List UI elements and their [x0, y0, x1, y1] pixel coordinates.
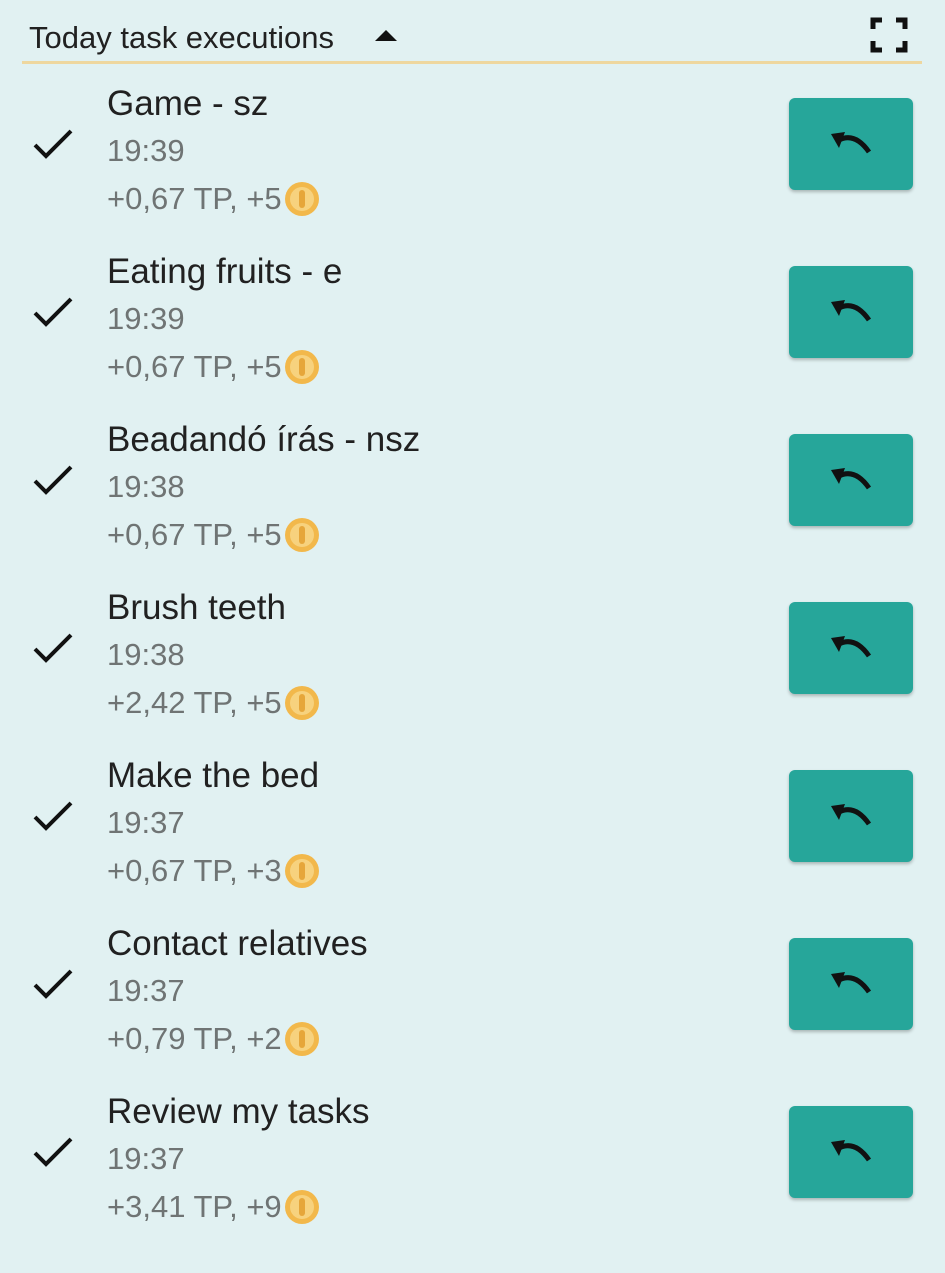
task-execution-list: Game - sz 19:39 +0,67 TP, +5 Eating frui… [0, 74, 945, 1250]
list-item: Make the bed 19:37 +0,67 TP, +3 [0, 746, 945, 914]
task-reward: +0,79 TP, +2 [107, 1020, 320, 1058]
list-item: Contact relatives 19:37 +0,79 TP, +2 [0, 914, 945, 1082]
task-time: 19:37 [107, 805, 185, 840]
undo-icon [831, 636, 872, 658]
task-time: 19:37 [107, 973, 185, 1008]
coin-icon [284, 854, 319, 888]
undo-icon [831, 804, 872, 826]
reward-text: +0,67 TP, +5 [107, 349, 282, 384]
section-title[interactable]: Today task executions [29, 20, 334, 56]
undo-icon [831, 468, 872, 490]
undo-button[interactable] [789, 434, 913, 526]
task-time: 19:37 [107, 1141, 185, 1176]
undo-button[interactable] [789, 266, 913, 358]
task-reward: +3,41 TP, +9 [107, 1188, 320, 1226]
coin-icon [284, 182, 319, 216]
check-icon [33, 633, 73, 663]
reward-text: +0,67 TP, +5 [107, 181, 282, 216]
undo-button[interactable] [789, 938, 913, 1030]
task-name: Beadandó írás - nsz [107, 420, 421, 459]
undo-button[interactable] [789, 98, 913, 190]
undo-button[interactable] [789, 1106, 913, 1198]
task-reward: +0,67 TP, +3 [107, 852, 320, 890]
list-item: Beadandó írás - nsz 19:38 +0,67 TP, +5 [0, 410, 945, 578]
task-time: 19:38 [107, 469, 185, 504]
task-name: Contact relatives [107, 924, 368, 963]
reward-text: +0,67 TP, +5 [107, 517, 282, 552]
reward-text: +0,79 TP, +2 [107, 1021, 282, 1056]
reward-text: +2,42 TP, +5 [107, 685, 282, 720]
caret-up-icon[interactable] [372, 24, 400, 48]
task-time: 19:38 [107, 637, 185, 672]
check-icon [33, 801, 73, 831]
undo-icon [831, 300, 872, 322]
reward-text: +3,41 TP, +9 [107, 1189, 282, 1224]
task-reward: +0,67 TP, +5 [107, 348, 320, 386]
task-name: Brush teeth [107, 588, 286, 627]
task-reward: +0,67 TP, +5 [107, 516, 320, 554]
coin-icon [284, 686, 319, 720]
reward-text: +0,67 TP, +3 [107, 853, 282, 888]
section-header: Today task executions [22, 0, 922, 64]
task-name: Review my tasks [107, 1092, 370, 1131]
undo-icon [831, 972, 872, 994]
coin-icon [284, 350, 319, 384]
task-name: Game - sz [107, 84, 269, 123]
fullscreen-icon[interactable] [870, 17, 908, 53]
undo-button[interactable] [789, 602, 913, 694]
task-reward: +2,42 TP, +5 [107, 684, 320, 722]
list-item: Eating fruits - e 19:39 +0,67 TP, +5 [0, 242, 945, 410]
task-name: Eating fruits - e [107, 252, 343, 291]
task-reward: +0,67 TP, +5 [107, 180, 320, 218]
check-icon [33, 969, 73, 999]
list-item: Game - sz 19:39 +0,67 TP, +5 [0, 74, 945, 242]
check-icon [33, 1137, 73, 1167]
check-icon [33, 129, 73, 159]
coin-icon [284, 518, 319, 552]
task-time: 19:39 [107, 301, 185, 336]
undo-icon [831, 1140, 872, 1162]
coin-icon [284, 1022, 319, 1056]
undo-button[interactable] [789, 770, 913, 862]
check-icon [33, 465, 73, 495]
task-name: Make the bed [107, 756, 320, 795]
list-item: Review my tasks 19:37 +3,41 TP, +9 [0, 1082, 945, 1250]
coin-icon [284, 1190, 319, 1224]
undo-icon [831, 132, 872, 154]
task-time: 19:39 [107, 133, 185, 168]
list-item: Brush teeth 19:38 +2,42 TP, +5 [0, 578, 945, 746]
check-icon [33, 297, 73, 327]
